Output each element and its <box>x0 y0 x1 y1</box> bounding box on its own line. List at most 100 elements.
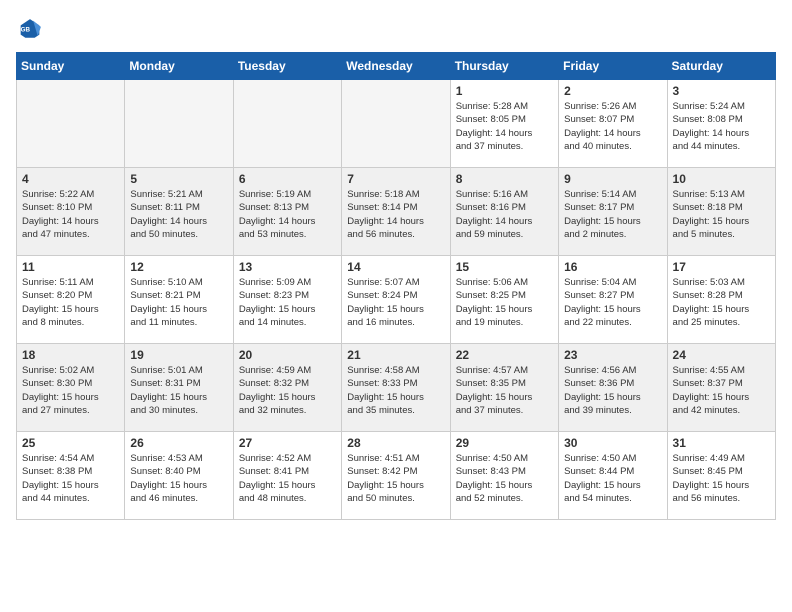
calendar-week-row: 11 Sunrise: 5:11 AM Sunset: 8:20 PM Dayli… <box>17 256 776 344</box>
calendar-day: 17 Sunrise: 5:03 AM Sunset: 8:28 PM Dayli… <box>667 256 775 344</box>
day-number: 14 <box>347 260 444 274</box>
calendar-day: 22 Sunrise: 4:57 AM Sunset: 8:35 PM Dayli… <box>450 344 558 432</box>
col-header-saturday: Saturday <box>667 53 775 80</box>
day-info: Sunrise: 5:01 AM Sunset: 8:31 PM Dayligh… <box>130 364 227 417</box>
day-number: 18 <box>22 348 119 362</box>
calendar-day: 26Sunrise: 4:53 AM Sunset: 8:40 PM Dayli… <box>125 432 233 520</box>
col-header-sunday: Sunday <box>17 53 125 80</box>
day-number: 1 <box>456 84 553 98</box>
day-number: 17 <box>673 260 770 274</box>
day-info: Sunrise: 4:49 AM Sunset: 8:45 PM Dayligh… <box>673 452 770 505</box>
calendar-day: 30Sunrise: 4:50 AM Sunset: 8:44 PM Dayli… <box>559 432 667 520</box>
calendar-day: 23Sunrise: 4:56 AM Sunset: 8:36 PM Dayli… <box>559 344 667 432</box>
day-number: 13 <box>239 260 336 274</box>
logo-icon: GB <box>16 16 44 44</box>
calendar-week-row: 4 Sunrise: 5:22 AM Sunset: 8:10 PM Daylig… <box>17 168 776 256</box>
day-info: Sunrise: 5:02 AM Sunset: 8:30 PM Dayligh… <box>22 364 119 417</box>
col-header-thursday: Thursday <box>450 53 558 80</box>
calendar-day: 20 Sunrise: 4:59 AM Sunset: 8:32 PM Dayli… <box>233 344 341 432</box>
day-number: 10 <box>673 172 770 186</box>
day-info: Sunrise: 5:13 AM Sunset: 8:18 PM Dayligh… <box>673 188 770 241</box>
day-info: Sunrise: 5:22 AM Sunset: 8:10 PM Dayligh… <box>22 188 119 241</box>
day-info: Sunrise: 4:59 AM Sunset: 8:32 PM Dayligh… <box>239 364 336 417</box>
day-info: Sunrise: 4:57 AM Sunset: 8:35 PM Dayligh… <box>456 364 553 417</box>
day-number: 22 <box>456 348 553 362</box>
day-number: 6 <box>239 172 336 186</box>
day-number: 20 <box>239 348 336 362</box>
calendar-day: 8Sunrise: 5:16 AM Sunset: 8:16 PM Daylig… <box>450 168 558 256</box>
day-info: Sunrise: 5:21 AM Sunset: 8:11 PM Dayligh… <box>130 188 227 241</box>
day-number: 4 <box>22 172 119 186</box>
day-info: Sunrise: 5:06 AM Sunset: 8:25 PM Dayligh… <box>456 276 553 329</box>
calendar-table: SundayMondayTuesdayWednesdayThursdayFrid… <box>16 52 776 520</box>
day-number: 19 <box>130 348 227 362</box>
calendar-day: 1 Sunrise: 5:28 AM Sunset: 8:05 PM Daylig… <box>450 80 558 168</box>
day-number: 5 <box>130 172 227 186</box>
day-number: 29 <box>456 436 553 450</box>
calendar-day: 14 Sunrise: 5:07 AM Sunset: 8:24 PM Dayli… <box>342 256 450 344</box>
header: GB <box>16 16 776 44</box>
day-info: Sunrise: 4:51 AM Sunset: 8:42 PM Dayligh… <box>347 452 444 505</box>
calendar-day: 5 Sunrise: 5:21 AM Sunset: 8:11 PM Daylig… <box>125 168 233 256</box>
calendar-day: 31 Sunrise: 4:49 AM Sunset: 8:45 PM Dayli… <box>667 432 775 520</box>
day-info: Sunrise: 4:58 AM Sunset: 8:33 PM Dayligh… <box>347 364 444 417</box>
calendar-day: 12 Sunrise: 5:10 AM Sunset: 8:21 PM Dayli… <box>125 256 233 344</box>
calendar-day: 16 Sunrise: 5:04 AM Sunset: 8:27 PM Dayli… <box>559 256 667 344</box>
calendar-day <box>17 80 125 168</box>
day-info: Sunrise: 5:03 AM Sunset: 8:28 PM Dayligh… <box>673 276 770 329</box>
day-info: Sunrise: 4:50 AM Sunset: 8:43 PM Dayligh… <box>456 452 553 505</box>
calendar-day: 29 Sunrise: 4:50 AM Sunset: 8:43 PM Dayli… <box>450 432 558 520</box>
day-info: Sunrise: 5:19 AM Sunset: 8:13 PM Dayligh… <box>239 188 336 241</box>
day-info: Sunrise: 5:16 AM Sunset: 8:16 PM Dayligh… <box>456 188 553 241</box>
day-number: 31 <box>673 436 770 450</box>
calendar-day: 15 Sunrise: 5:06 AM Sunset: 8:25 PM Dayli… <box>450 256 558 344</box>
logo: GB <box>16 16 48 44</box>
day-number: 2 <box>564 84 661 98</box>
calendar-day: 3Sunrise: 5:24 AM Sunset: 8:08 PM Daylig… <box>667 80 775 168</box>
day-number: 15 <box>456 260 553 274</box>
calendar-day: 11 Sunrise: 5:11 AM Sunset: 8:20 PM Dayli… <box>17 256 125 344</box>
day-info: Sunrise: 4:50 AM Sunset: 8:44 PM Dayligh… <box>564 452 661 505</box>
calendar-day: 9 Sunrise: 5:14 AM Sunset: 8:17 PM Daylig… <box>559 168 667 256</box>
calendar-week-row: 18 Sunrise: 5:02 AM Sunset: 8:30 PM Dayli… <box>17 344 776 432</box>
day-number: 25 <box>22 436 119 450</box>
calendar-day: 7 Sunrise: 5:18 AM Sunset: 8:14 PM Daylig… <box>342 168 450 256</box>
col-header-wednesday: Wednesday <box>342 53 450 80</box>
calendar-day: 18 Sunrise: 5:02 AM Sunset: 8:30 PM Dayli… <box>17 344 125 432</box>
calendar-day <box>342 80 450 168</box>
calendar-day: 2Sunrise: 5:26 AM Sunset: 8:07 PM Daylig… <box>559 80 667 168</box>
col-header-friday: Friday <box>559 53 667 80</box>
day-info: Sunrise: 4:52 AM Sunset: 8:41 PM Dayligh… <box>239 452 336 505</box>
calendar-day: 27 Sunrise: 4:52 AM Sunset: 8:41 PM Dayli… <box>233 432 341 520</box>
calendar-day: 28Sunrise: 4:51 AM Sunset: 8:42 PM Dayli… <box>342 432 450 520</box>
calendar-day: 4 Sunrise: 5:22 AM Sunset: 8:10 PM Daylig… <box>17 168 125 256</box>
day-info: Sunrise: 5:14 AM Sunset: 8:17 PM Dayligh… <box>564 188 661 241</box>
day-number: 7 <box>347 172 444 186</box>
calendar-day <box>233 80 341 168</box>
day-info: Sunrise: 5:04 AM Sunset: 8:27 PM Dayligh… <box>564 276 661 329</box>
day-number: 16 <box>564 260 661 274</box>
calendar-day: 21Sunrise: 4:58 AM Sunset: 8:33 PM Dayli… <box>342 344 450 432</box>
calendar-day <box>125 80 233 168</box>
calendar-day: 24Sunrise: 4:55 AM Sunset: 8:37 PM Dayli… <box>667 344 775 432</box>
day-number: 9 <box>564 172 661 186</box>
calendar-header-row: SundayMondayTuesdayWednesdayThursdayFrid… <box>17 53 776 80</box>
day-info: Sunrise: 5:07 AM Sunset: 8:24 PM Dayligh… <box>347 276 444 329</box>
calendar-day: 19 Sunrise: 5:01 AM Sunset: 8:31 PM Dayli… <box>125 344 233 432</box>
day-number: 12 <box>130 260 227 274</box>
day-number: 27 <box>239 436 336 450</box>
day-info: Sunrise: 5:11 AM Sunset: 8:20 PM Dayligh… <box>22 276 119 329</box>
day-info: Sunrise: 5:18 AM Sunset: 8:14 PM Dayligh… <box>347 188 444 241</box>
calendar-week-row: 1 Sunrise: 5:28 AM Sunset: 8:05 PM Daylig… <box>17 80 776 168</box>
day-info: Sunrise: 4:54 AM Sunset: 8:38 PM Dayligh… <box>22 452 119 505</box>
calendar-day: 13Sunrise: 5:09 AM Sunset: 8:23 PM Dayli… <box>233 256 341 344</box>
day-info: Sunrise: 5:24 AM Sunset: 8:08 PM Dayligh… <box>673 100 770 153</box>
calendar-week-row: 25 Sunrise: 4:54 AM Sunset: 8:38 PM Dayli… <box>17 432 776 520</box>
day-number: 11 <box>22 260 119 274</box>
day-number: 24 <box>673 348 770 362</box>
day-info: Sunrise: 5:10 AM Sunset: 8:21 PM Dayligh… <box>130 276 227 329</box>
col-header-monday: Monday <box>125 53 233 80</box>
day-info: Sunrise: 4:56 AM Sunset: 8:36 PM Dayligh… <box>564 364 661 417</box>
day-info: Sunrise: 5:28 AM Sunset: 8:05 PM Dayligh… <box>456 100 553 153</box>
calendar-day: 6 Sunrise: 5:19 AM Sunset: 8:13 PM Daylig… <box>233 168 341 256</box>
